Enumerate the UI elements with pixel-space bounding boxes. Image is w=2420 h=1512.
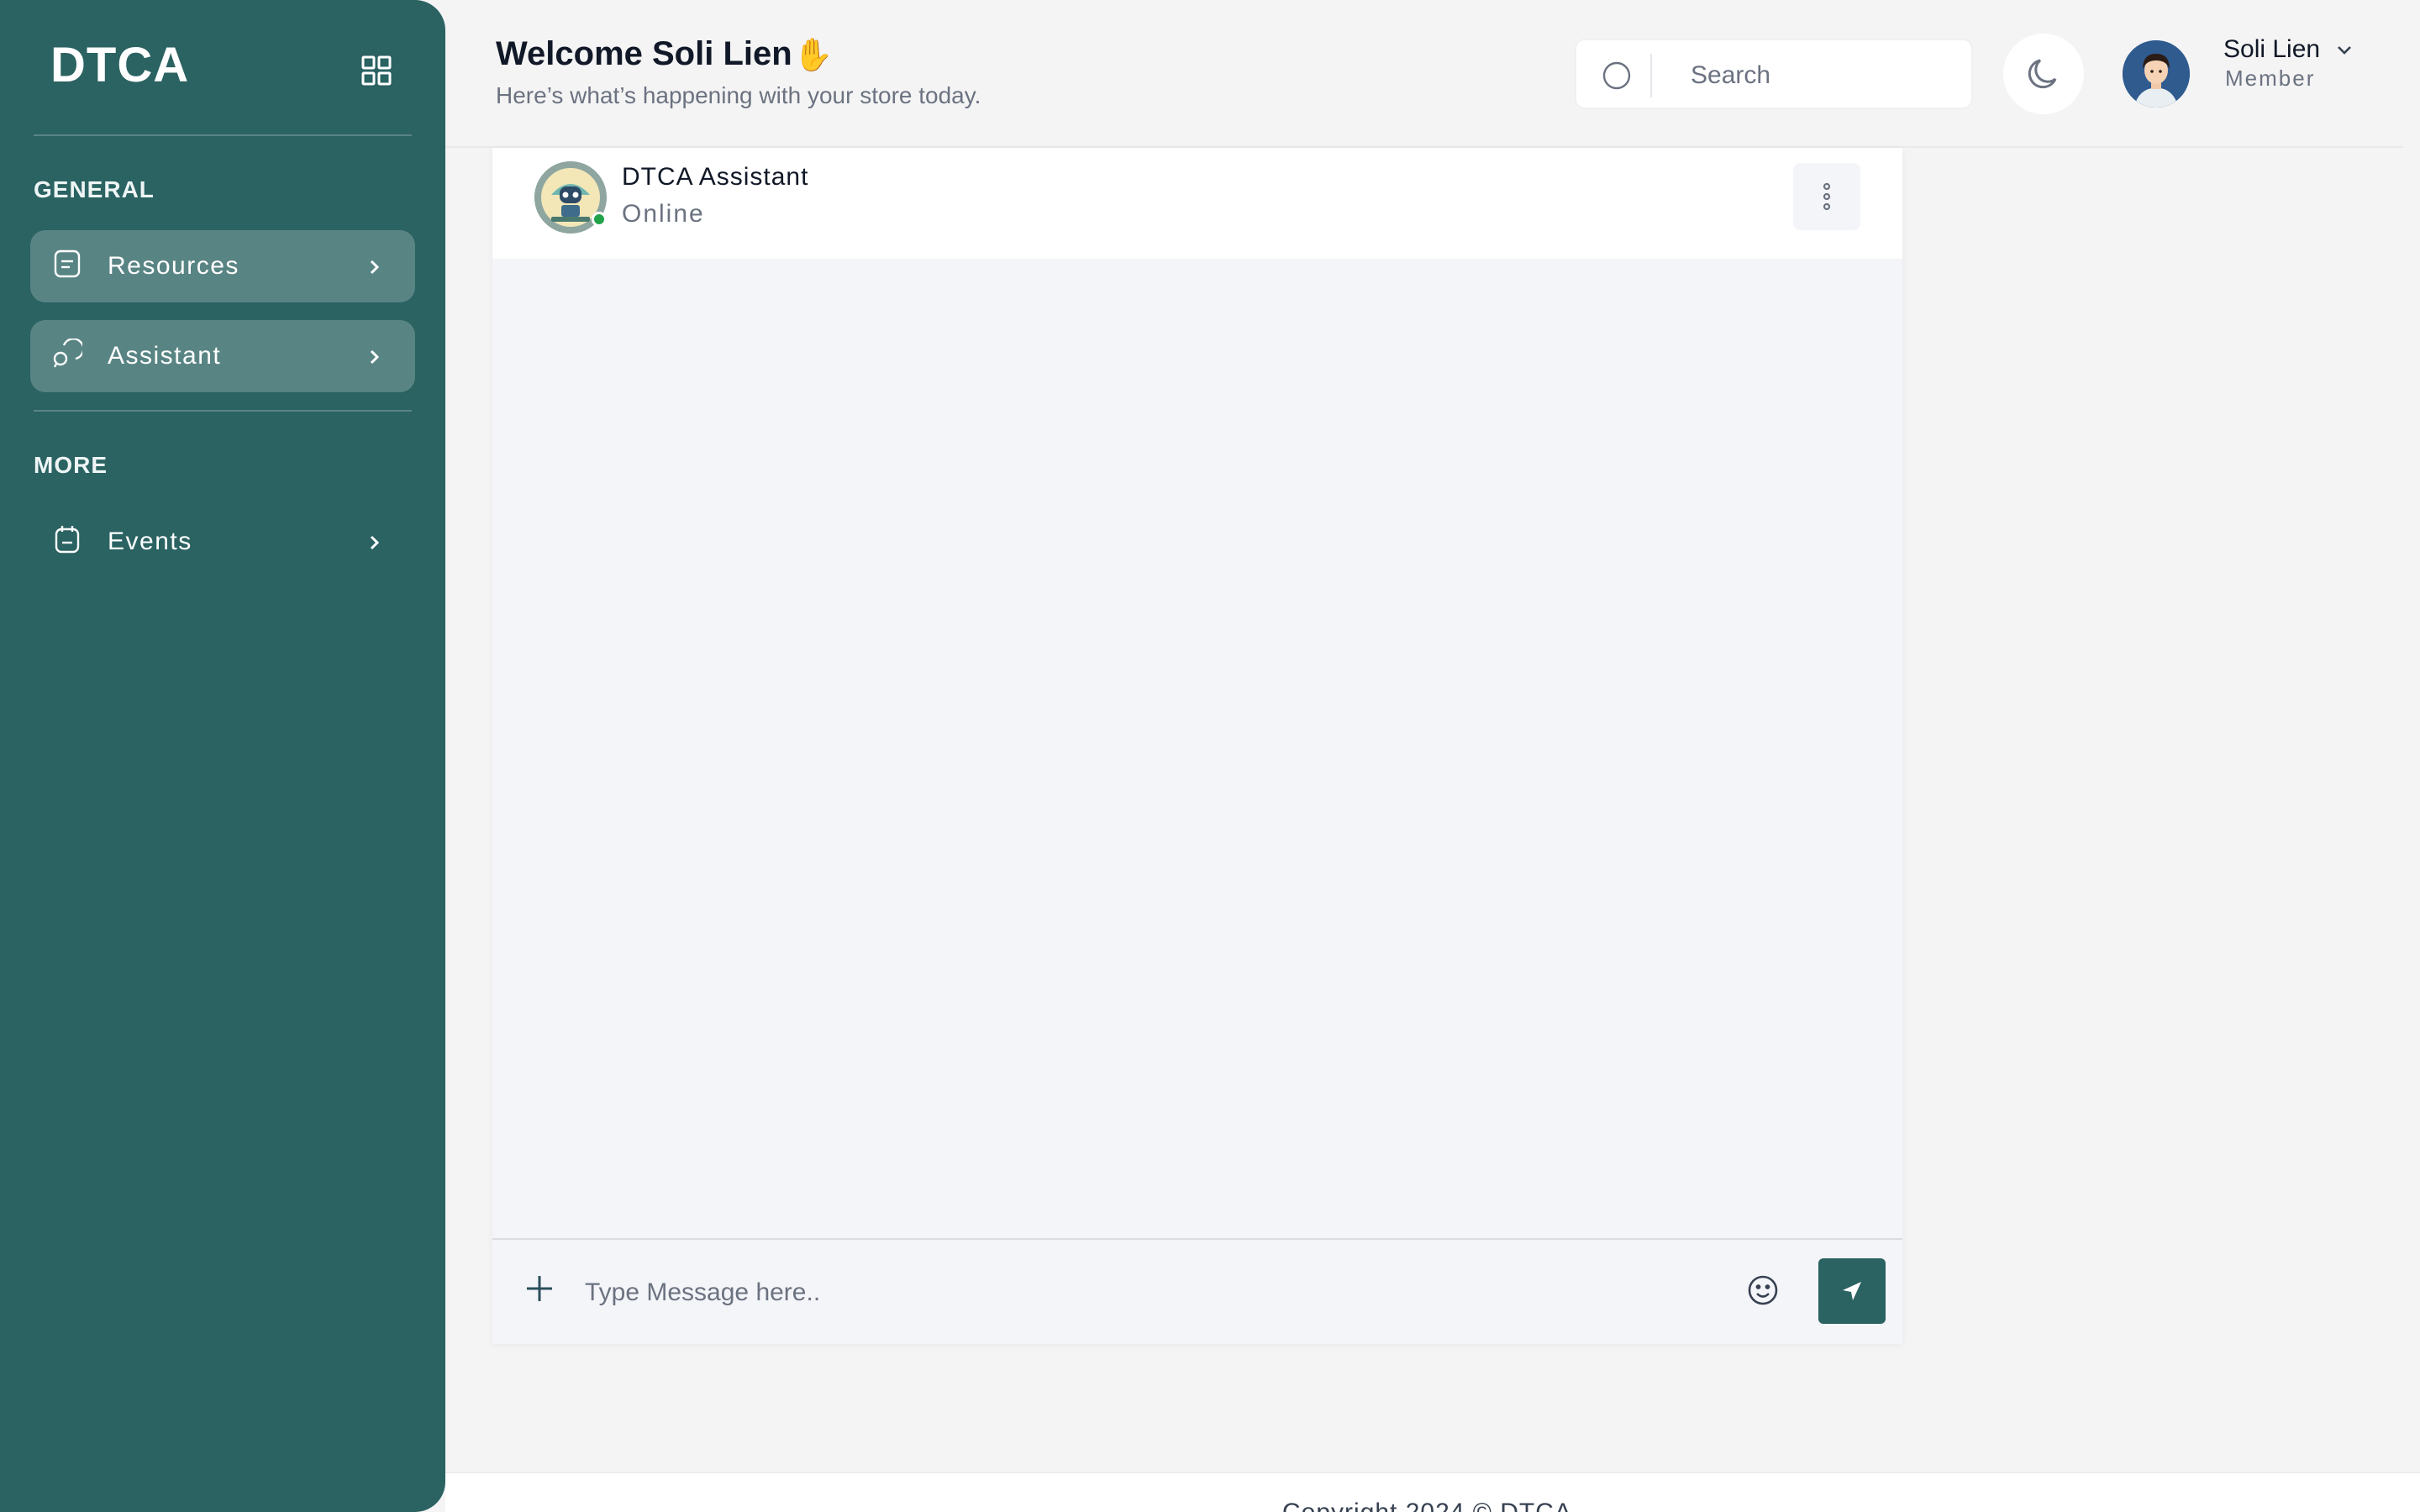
chat-contact-status: Online	[622, 200, 705, 228]
sidebar-divider	[34, 134, 412, 136]
document-icon	[52, 249, 82, 279]
message-composer	[492, 1238, 1902, 1344]
chevron-right-icon	[365, 345, 385, 369]
section-label-general: GENERAL	[34, 176, 155, 202]
message-input[interactable]	[585, 1268, 1341, 1317]
search-box	[1575, 39, 1973, 109]
sidebar-item-label: Resources	[108, 252, 239, 280]
avatar[interactable]	[2123, 40, 2190, 108]
brand-logo[interactable]: DTCA	[50, 37, 189, 93]
theme-toggle-button[interactable]	[2003, 34, 2084, 114]
send-icon	[1843, 1282, 1861, 1300]
user-name[interactable]: Soli Lien	[2223, 35, 2320, 64]
sidebar-item-resources[interactable]: Resources	[30, 230, 415, 302]
section-label-more: MORE	[34, 452, 108, 478]
chevron-right-icon	[365, 255, 385, 279]
chevron-right-icon	[365, 531, 385, 554]
chevron-down-icon[interactable]	[2334, 42, 2354, 59]
sidebar-item-events[interactable]: Events	[30, 506, 415, 578]
sidebar-divider	[34, 410, 412, 412]
waving-hand-icon: ✋	[793, 38, 834, 73]
send-button[interactable]	[1818, 1258, 1886, 1324]
sidebar-item-assistant[interactable]: Assistant	[30, 320, 415, 392]
vertical-dots-icon	[1823, 182, 1831, 211]
search-icon[interactable]	[1600, 59, 1634, 92]
sidebar-item-label: Assistant	[108, 342, 222, 370]
smiley-icon[interactable]	[1746, 1273, 1780, 1307]
search-input[interactable]	[1691, 54, 1960, 97]
calendar-icon	[52, 524, 82, 554]
page-title: Welcome Soli Lien	[496, 35, 792, 72]
copyright-text: Copyright 2024 © DTCA	[1282, 1499, 1572, 1512]
message-list[interactable]	[492, 259, 1902, 1238]
user-role: Member	[2225, 66, 2316, 91]
footer: Copyright 2024 © DTCA	[445, 1472, 2420, 1512]
chat-panel: DTCA Assistant Online	[492, 148, 1902, 1344]
online-status-dot	[592, 212, 607, 227]
sidebar-item-label: Events	[108, 528, 192, 555]
chat-contact-name: DTCA Assistant	[622, 163, 809, 191]
grid-icon[interactable]	[360, 54, 393, 87]
chat-options-button[interactable]	[1793, 163, 1860, 230]
chat-header: DTCA Assistant Online	[492, 148, 1902, 259]
search-separator	[1650, 54, 1652, 97]
page-subtitle: Here’s what’s happening with your store …	[496, 82, 981, 108]
sidebar: DTCA GENERAL Resources Assistant MORE Ev…	[0, 0, 445, 1512]
plus-icon[interactable]	[524, 1273, 555, 1304]
chat-bubbles-icon	[52, 338, 85, 369]
moon-icon	[2028, 59, 2057, 89]
